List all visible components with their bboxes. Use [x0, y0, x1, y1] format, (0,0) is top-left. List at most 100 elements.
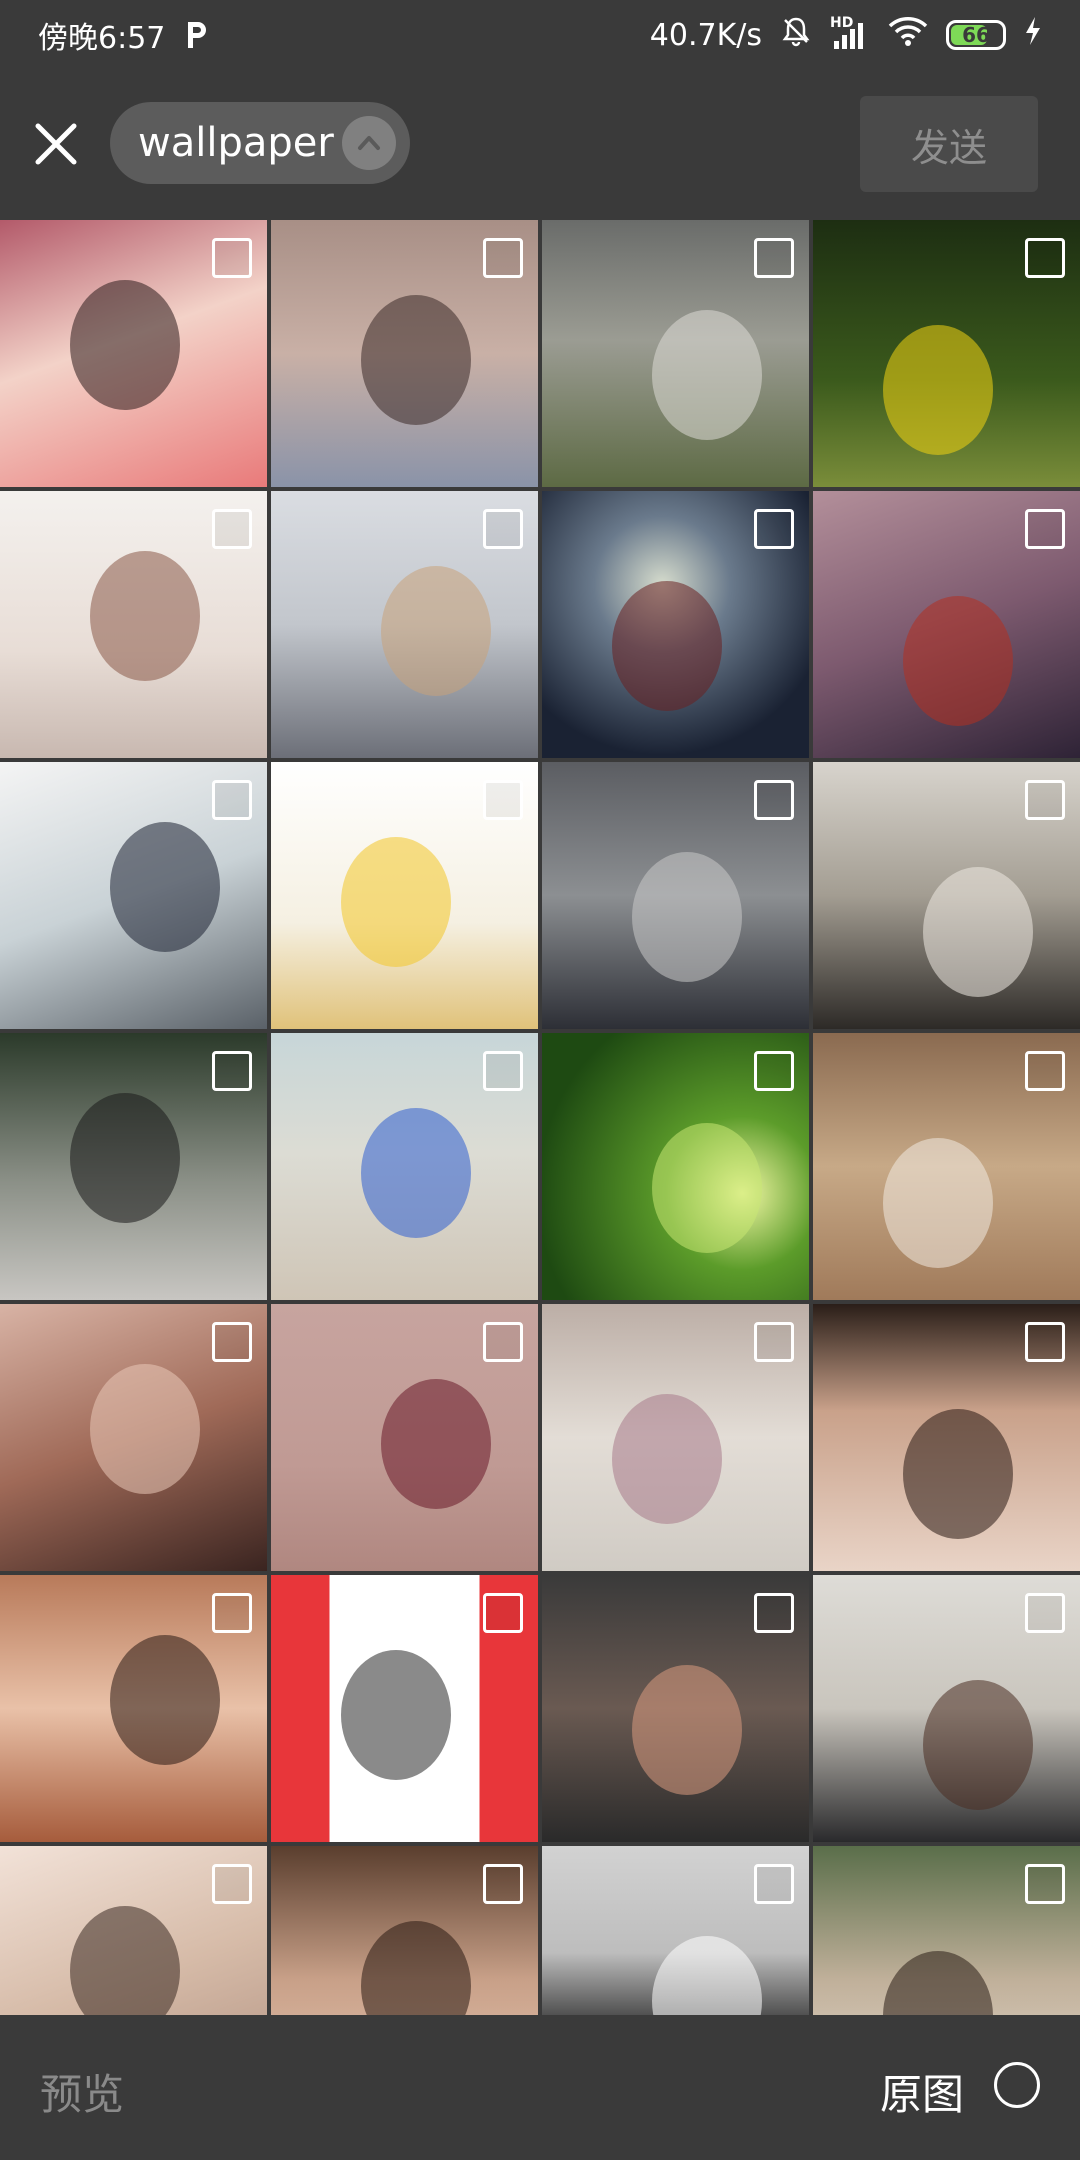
- photo-tile-hair-bun-photo[interactable]: [813, 1575, 1080, 1842]
- photo-tile-minion-agnes-illustration[interactable]: [271, 762, 538, 1029]
- select-checkbox[interactable]: [754, 238, 794, 278]
- battery-level: 66: [962, 23, 990, 47]
- photo-subject: [883, 1138, 993, 1268]
- photo-subject: [632, 852, 742, 982]
- photo-tile-girl-round-glasses-photo[interactable]: [0, 1575, 267, 1842]
- photo-tile-girl-profile-photo[interactable]: [0, 1846, 267, 2015]
- photo-tile-anime-couple-illustration[interactable]: [0, 491, 267, 758]
- select-checkbox[interactable]: [1025, 1051, 1065, 1091]
- photo-subject: [70, 1906, 180, 2015]
- select-checkbox[interactable]: [1025, 238, 1065, 278]
- photo-tile-girl-forest-photo[interactable]: [813, 1846, 1080, 2015]
- select-checkbox[interactable]: [1025, 1322, 1065, 1362]
- select-checkbox[interactable]: [212, 1593, 252, 1633]
- photo-subject: [361, 1921, 471, 2015]
- photo-tile-figure-on-sofa-illustration[interactable]: [813, 491, 1080, 758]
- photo-tile-black-shirt-photo[interactable]: [542, 1846, 809, 2015]
- photo-subject: [652, 1123, 762, 1253]
- photo-tile-walking-legs-photo[interactable]: [542, 1304, 809, 1571]
- photo-subject: [361, 295, 471, 425]
- select-checkbox[interactable]: [1025, 509, 1065, 549]
- close-icon: [35, 123, 77, 165]
- select-checkbox[interactable]: [754, 1593, 794, 1633]
- send-button[interactable]: 发送: [860, 96, 1038, 192]
- photo-tile-girl-face-closeup-photo[interactable]: [0, 1304, 267, 1571]
- status-left: 傍晚6:57: [38, 13, 211, 57]
- photo-subject: [90, 1364, 200, 1494]
- photo-subject: [612, 581, 722, 711]
- photo-tile-red-white-illustration[interactable]: [271, 1575, 538, 1842]
- photo-tile-girl-bangs-portrait-photo[interactable]: [813, 1304, 1080, 1571]
- close-button[interactable]: [28, 116, 84, 172]
- photo-subject: [652, 1936, 762, 2015]
- select-checkbox[interactable]: [754, 1322, 794, 1362]
- select-checkbox[interactable]: [483, 1864, 523, 1904]
- photo-tile-girl-under-tree-photo[interactable]: [0, 1033, 267, 1300]
- chevron-up-icon: [342, 116, 396, 170]
- select-checkbox[interactable]: [212, 1322, 252, 1362]
- photo-subject: [923, 867, 1033, 997]
- wifi-icon: [888, 15, 928, 55]
- photo-tile-figure-fishbowl-illustration[interactable]: [0, 762, 267, 1029]
- album-selector[interactable]: wallpaper: [110, 102, 410, 184]
- photo-subject: [381, 566, 491, 696]
- select-checkbox[interactable]: [1025, 780, 1065, 820]
- photo-tile-yellow-flowers-photo[interactable]: [813, 220, 1080, 487]
- select-checkbox[interactable]: [1025, 1864, 1065, 1904]
- original-image-label[interactable]: 原图: [880, 2061, 964, 2122]
- select-checkbox[interactable]: [483, 509, 523, 549]
- signal-icon: HD: [830, 15, 870, 51]
- radio-unchecked-icon[interactable]: [994, 2062, 1040, 2108]
- photo-subject: [612, 1394, 722, 1524]
- select-checkbox[interactable]: [754, 780, 794, 820]
- photo-tile-two-cats-photo[interactable]: [542, 762, 809, 1029]
- select-checkbox[interactable]: [212, 1051, 252, 1091]
- photo-subject: [883, 325, 993, 455]
- photo-tile-bulldogs-photo[interactable]: [813, 762, 1080, 1029]
- photo-subject: [903, 596, 1013, 726]
- photo-tile-moon-window-illustration[interactable]: [542, 491, 809, 758]
- select-checkbox[interactable]: [754, 1051, 794, 1091]
- photo-subject: [381, 1379, 491, 1509]
- photo-tile-man-field-photo[interactable]: [542, 220, 809, 487]
- select-checkbox[interactable]: [212, 509, 252, 549]
- select-checkbox[interactable]: [1025, 1593, 1065, 1633]
- status-bar: 傍晚6:57 40.7K/s HD 66: [0, 0, 1080, 70]
- select-checkbox[interactable]: [212, 238, 252, 278]
- photo-tile-beach-toy-photo[interactable]: [271, 1033, 538, 1300]
- photo-tile-bamboo-forest-photo[interactable]: [542, 1033, 809, 1300]
- select-checkbox[interactable]: [212, 1864, 252, 1904]
- status-time: 傍晚6:57: [38, 21, 166, 56]
- album-name: wallpaper: [138, 120, 334, 166]
- select-checkbox[interactable]: [483, 1593, 523, 1633]
- photo-tile-woman-shopping-cart-photo[interactable]: [542, 1575, 809, 1842]
- charging-icon: [1024, 16, 1042, 54]
- select-checkbox[interactable]: [483, 1322, 523, 1362]
- select-checkbox[interactable]: [483, 1051, 523, 1091]
- battery-icon: 66: [946, 20, 1006, 50]
- photo-subject: [70, 1093, 180, 1223]
- network-speed: 40.7K/s: [649, 17, 762, 53]
- photo-tile-braided-hair-illustration[interactable]: [271, 1304, 538, 1571]
- photo-tile-girl-legs-photo[interactable]: [813, 1033, 1080, 1300]
- photo-tile-girl-kimono-photo[interactable]: [0, 220, 267, 487]
- photo-subject: [903, 1409, 1013, 1539]
- photo-tile-sleeping-dog-photo[interactable]: [271, 491, 538, 758]
- select-checkbox[interactable]: [483, 780, 523, 820]
- image-grid[interactable]: [0, 220, 1080, 2015]
- photo-subject: [652, 310, 762, 440]
- photo-tile-girl-sitting-photo[interactable]: [271, 220, 538, 487]
- select-checkbox[interactable]: [754, 509, 794, 549]
- preview-button[interactable]: 预览: [40, 2061, 124, 2122]
- photo-subject: [341, 837, 451, 967]
- select-checkbox[interactable]: [212, 780, 252, 820]
- photo-subject: [110, 1635, 220, 1765]
- photo-subject: [361, 1108, 471, 1238]
- photo-subject: [70, 280, 180, 410]
- bottom-bar: 预览 原图: [0, 2017, 1080, 2160]
- select-checkbox[interactable]: [754, 1864, 794, 1904]
- select-checkbox[interactable]: [483, 238, 523, 278]
- photo-subject: [923, 1680, 1033, 1810]
- photo-subject: [883, 1951, 993, 2015]
- photo-tile-girl-hand-chin-photo[interactable]: [271, 1846, 538, 2015]
